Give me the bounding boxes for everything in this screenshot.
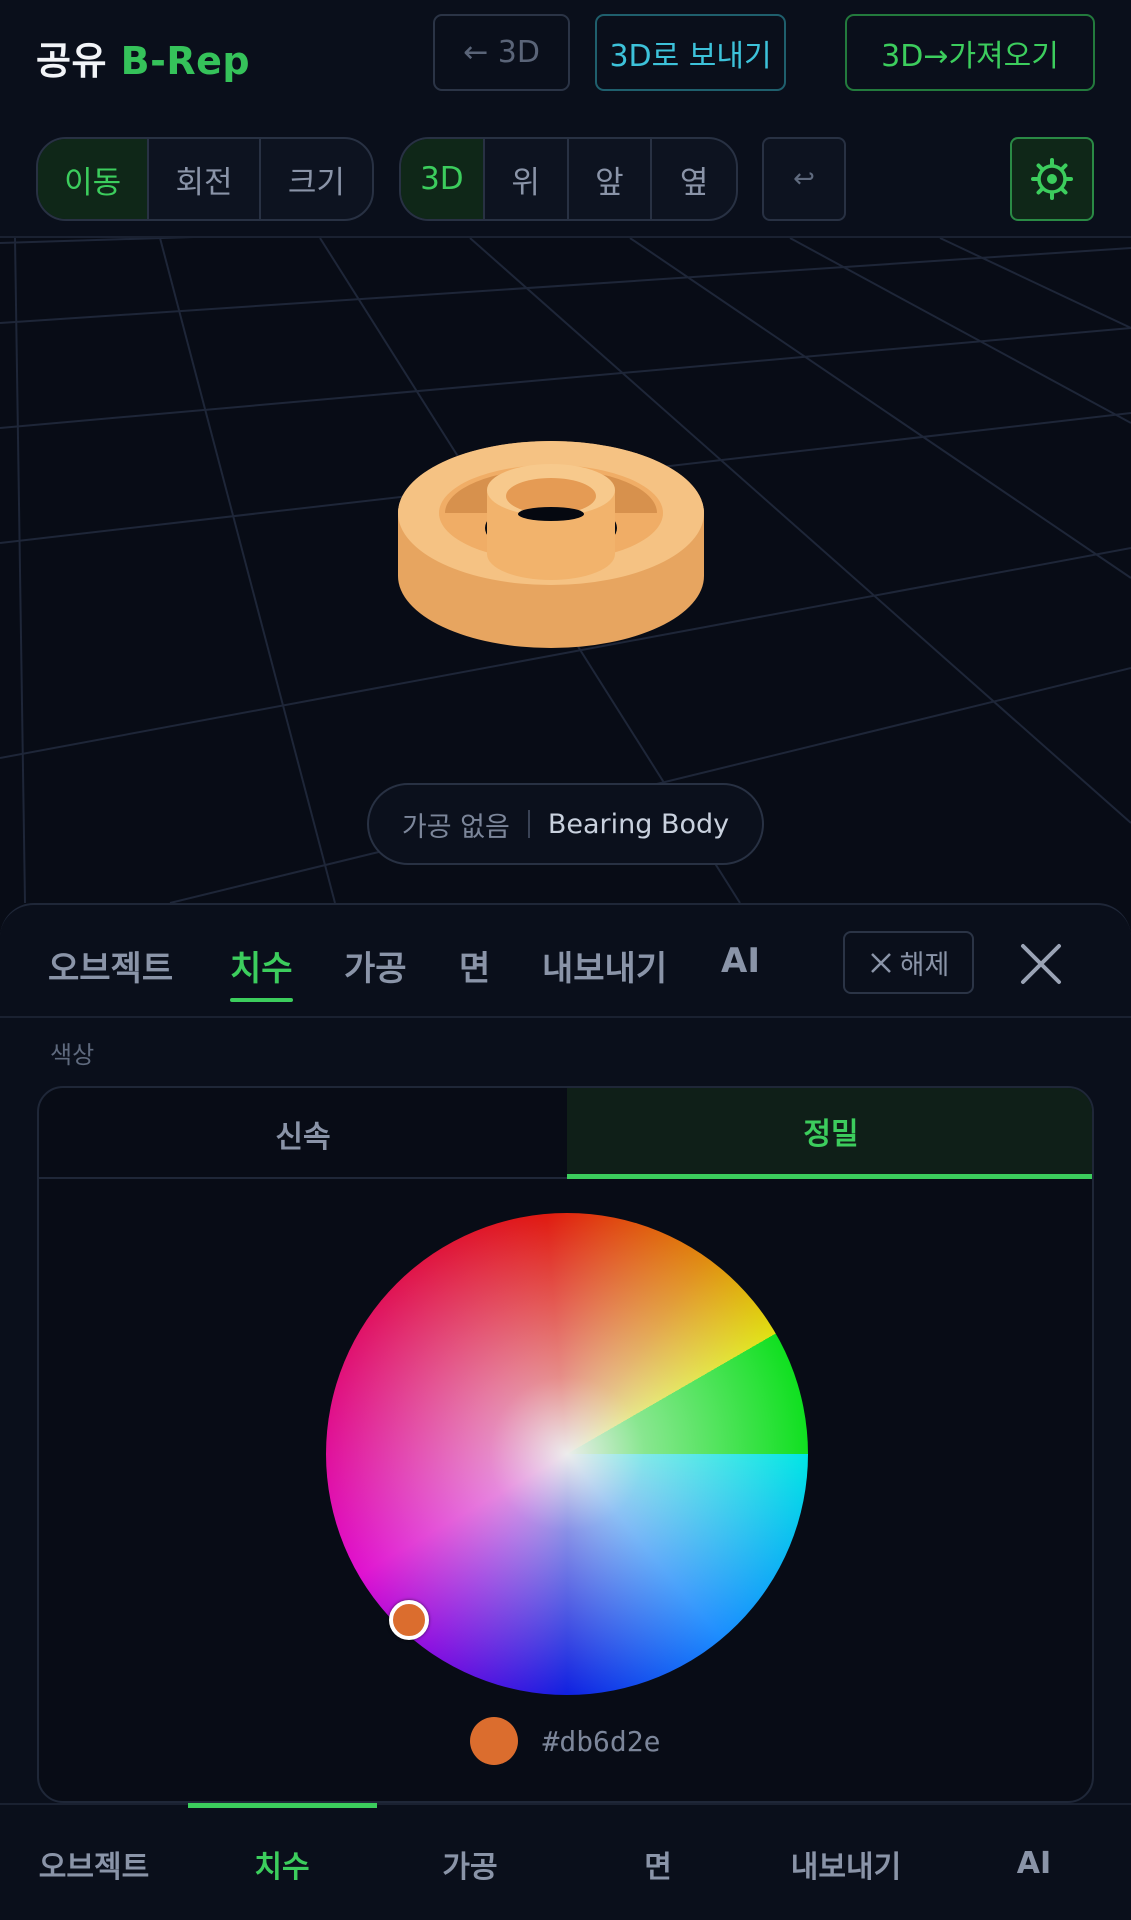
view-side-button[interactable]: 옆 xyxy=(652,139,736,219)
close-small-icon xyxy=(870,952,891,973)
bearing-body-model xyxy=(398,441,704,648)
bottom-nav-ai[interactable]: AI xyxy=(940,1805,1128,1920)
color-picker-card: 신속 정밀 #db6d2e xyxy=(37,1086,1094,1803)
transform-rotate-button[interactable]: 회전 xyxy=(149,139,261,219)
undo-icon: ↩ xyxy=(793,164,815,194)
toolbar: 이동 회전 크기 3D 위 앞 옆 ↩ xyxy=(0,112,1131,238)
transform-mode-group: 이동 회전 크기 xyxy=(36,137,374,221)
selected-color-row: #db6d2e xyxy=(39,1716,1092,1766)
bottom-nav-machining[interactable]: 가공 xyxy=(376,1805,564,1920)
bottom-nav-object[interactable]: 오브젝트 xyxy=(0,1805,188,1920)
import-from-3d-button[interactable]: 3D→가져오기 xyxy=(845,14,1095,91)
gear-icon xyxy=(1031,158,1073,200)
bottom-navigation: 오브젝트 치수 가공 면 내보내기 AI xyxy=(0,1803,1131,1920)
tab-face[interactable]: 면 xyxy=(459,941,490,990)
app-title-accent: B-Rep xyxy=(120,39,251,83)
panel-tab-bar: 오브젝트 치수 가공 면 내보내기 AI 해제 xyxy=(0,905,1131,1018)
mode-precise-tab[interactable]: 정밀 xyxy=(567,1088,1092,1179)
app-title: 공유 B-Rep xyxy=(36,30,250,85)
color-wheel-handle[interactable] xyxy=(389,1600,429,1640)
color-swatch xyxy=(470,1717,519,1765)
object-status-pill: 가공 없음 Bearing Body xyxy=(367,783,764,865)
close-panel-icon[interactable] xyxy=(1015,938,1067,990)
tab-object[interactable]: 오브젝트 xyxy=(48,941,173,990)
send-to-3d-button[interactable]: 3D로 보내기 xyxy=(595,14,786,91)
tab-export[interactable]: 내보내기 xyxy=(542,941,667,990)
view-mode-group: 3D 위 앞 옆 xyxy=(399,137,738,221)
back-to-3d-button[interactable]: ← 3D xyxy=(433,14,570,91)
properties-panel: 오브젝트 치수 가공 면 내보내기 AI 해제 색상 신속 정밀 #db6d2e xyxy=(0,903,1131,1803)
tab-ai[interactable]: AI xyxy=(721,941,760,981)
view-3d-button[interactable]: 3D xyxy=(401,139,485,219)
transform-scale-button[interactable]: 크기 xyxy=(261,139,372,219)
color-mode-tabs: 신속 정밀 xyxy=(39,1088,1092,1179)
mode-fast-tab[interactable]: 신속 xyxy=(39,1088,567,1179)
status-separator xyxy=(527,810,530,838)
transform-move-button[interactable]: 이동 xyxy=(38,139,150,219)
view-top-button[interactable]: 위 xyxy=(485,139,569,219)
color-hex-value[interactable]: #db6d2e xyxy=(542,1725,660,1758)
view-front-button[interactable]: 앞 xyxy=(569,139,653,219)
color-section-label: 색상 xyxy=(50,1041,95,1069)
bottom-nav-face[interactable]: 면 xyxy=(564,1805,752,1920)
app-header: 공유 B-Rep ← 3D 3D로 보내기 3D→가져오기 xyxy=(0,0,1131,112)
release-label: 해제 xyxy=(899,950,950,981)
bottom-nav-export[interactable]: 내보내기 xyxy=(752,1805,940,1920)
tab-machining[interactable]: 가공 xyxy=(344,941,407,990)
3d-viewport[interactable]: 가공 없음 Bearing Body xyxy=(0,238,1131,903)
tab-dimension[interactable]: 치수 xyxy=(230,941,293,1002)
app-title-prefix: 공유 xyxy=(36,39,107,83)
bottom-nav-dimension[interactable]: 치수 xyxy=(188,1805,376,1920)
release-button[interactable]: 해제 xyxy=(843,931,974,994)
settings-button[interactable] xyxy=(1010,137,1094,221)
undo-button[interactable]: ↩ xyxy=(762,137,846,221)
machining-status: 가공 없음 xyxy=(401,811,510,843)
object-name: Bearing Body xyxy=(547,808,730,840)
